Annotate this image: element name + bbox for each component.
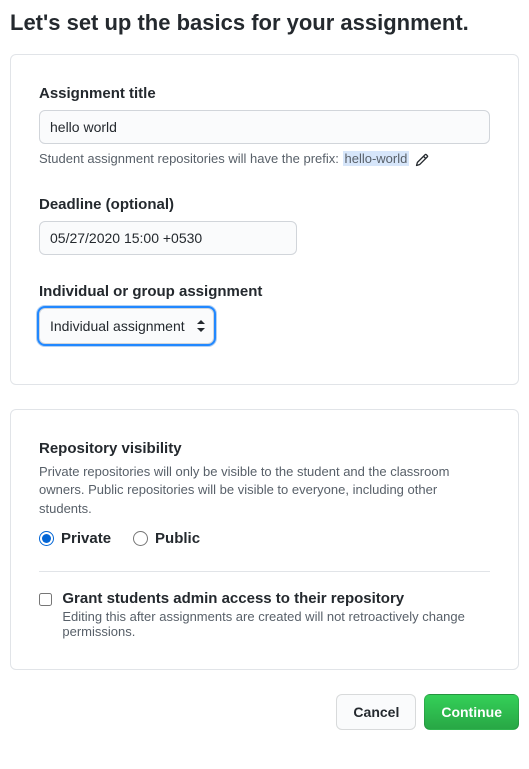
admin-access-row: Grant students admin access to their rep… [39, 590, 490, 639]
basics-panel: Assignment title Student assignment repo… [10, 54, 519, 385]
prefix-value: hello-world [343, 151, 410, 166]
continue-button[interactable]: Continue [424, 694, 519, 730]
assignment-title-label: Assignment title [39, 85, 490, 102]
visibility-public-option[interactable]: Public [133, 530, 200, 547]
assignment-title-field: Assignment title Student assignment repo… [39, 85, 490, 168]
divider [39, 571, 490, 572]
visibility-private-option[interactable]: Private [39, 530, 111, 547]
edit-prefix-icon[interactable] [415, 153, 429, 167]
cancel-button[interactable]: Cancel [336, 694, 416, 730]
admin-access-label: Grant students admin access to their rep… [62, 590, 490, 607]
assignment-prefix-hint: Student assignment repositories will hav… [39, 150, 490, 168]
visibility-panel: Repository visibility Private repositori… [10, 409, 519, 670]
visibility-public-radio[interactable] [133, 531, 148, 546]
assignment-title-input[interactable] [39, 110, 490, 144]
admin-access-checkbox[interactable] [39, 592, 52, 607]
visibility-public-label: Public [155, 530, 200, 547]
visibility-private-radio[interactable] [39, 531, 54, 546]
assignment-type-label: Individual or group assignment [39, 283, 490, 300]
assignment-type-field: Individual or group assignment Individua… [39, 283, 490, 344]
deadline-input[interactable] [39, 221, 297, 255]
assignment-type-select[interactable]: Individual assignment [39, 308, 214, 344]
visibility-heading: Repository visibility [39, 440, 490, 457]
prefix-hint-text: Student assignment repositories will hav… [39, 151, 343, 166]
admin-access-sub: Editing this after assignments are creat… [62, 609, 490, 639]
visibility-private-label: Private [61, 530, 111, 547]
visibility-section: Repository visibility Private repositori… [39, 440, 490, 547]
page-title: Let's set up the basics for your assignm… [10, 10, 529, 36]
visibility-description: Private repositories will only be visibl… [39, 463, 490, 518]
deadline-label: Deadline (optional) [39, 196, 490, 213]
footer-buttons: Cancel Continue [10, 694, 519, 730]
deadline-field: Deadline (optional) [39, 196, 490, 255]
